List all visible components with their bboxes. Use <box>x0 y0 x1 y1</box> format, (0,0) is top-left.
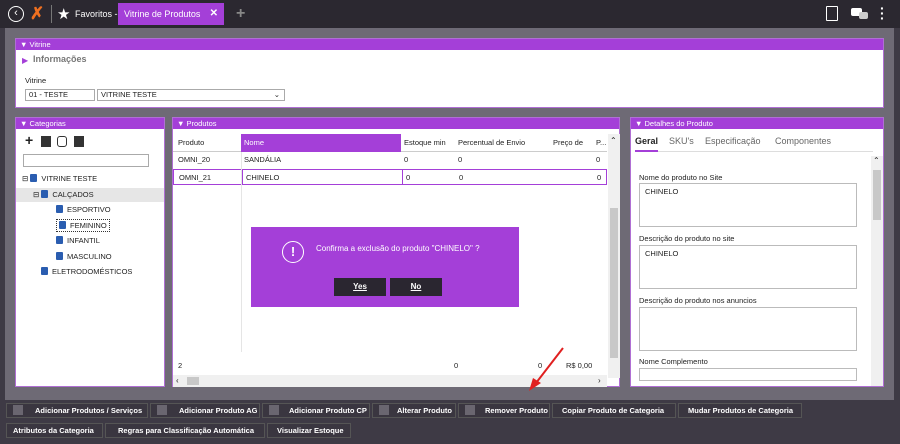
detalhes-panel: ▼ Detalhes do Produto Geral SKU's Especi… <box>630 117 884 387</box>
tree-node-icon <box>59 221 66 229</box>
warning-icon: ! <box>282 241 304 263</box>
scroll-up-icon[interactable]: ⌃ <box>610 136 617 145</box>
vitrine-select[interactable]: VITRINE TESTE ⌄ <box>97 89 285 101</box>
scroll-thumb[interactable] <box>873 170 881 220</box>
col-p[interactable]: P... <box>593 134 607 152</box>
close-tab-icon[interactable]: ✕ <box>210 3 218 25</box>
col-produto[interactable]: Produto <box>175 134 241 152</box>
tree-node-icon <box>56 236 63 244</box>
divider <box>51 5 52 23</box>
add-icon <box>269 405 279 415</box>
visualizar-estoque-button[interactable]: Visualizar Estoque <box>267 423 351 438</box>
col-nome[interactable]: Nome <box>241 134 401 152</box>
table-row-selected[interactable]: OMNI_21 CHINELO 0 0 0 <box>173 169 607 185</box>
adicionar-produto-cp-button[interactable]: Adicionar Produto CP <box>262 403 370 418</box>
add-category-icon[interactable] <box>41 136 51 147</box>
clipboard-icon[interactable] <box>826 6 838 21</box>
star-icon[interactable]: ★ <box>57 5 70 23</box>
tab-vitrine-de-produtos[interactable]: Vitrine de Produtos ✕ <box>118 3 224 25</box>
link-icon[interactable] <box>57 136 67 147</box>
add-icon <box>13 405 23 415</box>
tree-node-icon <box>41 267 48 275</box>
tree-item-feminino[interactable]: FEMININO <box>56 219 110 232</box>
scroll-right-icon[interactable]: › <box>598 376 601 385</box>
adicionar-produtos-servicos-button[interactable]: Adicionar Produtos / Serviços <box>6 403 148 418</box>
detalhes-header[interactable]: ▼ Detalhes do Produto <box>631 118 883 129</box>
nome-site-label: Nome do produto no Site <box>639 173 723 182</box>
desc-site-label: Descrição do produto no site <box>639 234 735 243</box>
add-icon[interactable]: + <box>25 133 33 147</box>
adicionar-produto-ag-button[interactable]: Adicionar Produto AG <box>150 403 260 418</box>
mudar-produtos-button[interactable]: Mudar Produtos de Categoria <box>678 403 802 418</box>
atributos-categoria-button[interactable]: Atributos da Categoria <box>6 423 103 438</box>
col-preco[interactable]: Preço de <box>549 134 593 152</box>
col-estoque-min[interactable]: Estoque min <box>401 134 455 152</box>
vitrine-select-value: VITRINE TESTE <box>101 90 157 99</box>
vitrine-panel: ▼ Vitrine ▶ Informações Vitrine 01 - TES… <box>15 38 884 108</box>
col-percentual[interactable]: Percentual de Envio <box>455 134 549 152</box>
nome-site-textarea[interactable]: CHINELO <box>639 183 857 227</box>
tree-node-icon <box>56 205 63 213</box>
yes-button[interactable]: Yes <box>334 278 386 296</box>
tab-skus[interactable]: SKU's <box>669 136 694 146</box>
categorias-header[interactable]: ▼ Categorias <box>16 118 164 129</box>
scroll-thumb[interactable] <box>610 208 618 358</box>
app-logo-icon: ✗ <box>30 4 45 23</box>
vitrine-code-input[interactable]: 01 - TESTE <box>25 89 95 101</box>
more-menu-icon[interactable]: · · · <box>880 1 885 25</box>
vertical-scrollbar[interactable]: ⌃ <box>608 134 620 378</box>
scroll-up-icon[interactable]: ⌃ <box>873 156 880 165</box>
scroll-thumb-h[interactable] <box>187 377 199 385</box>
desc-anuncios-label: Descrição do produto nos anuncios <box>639 296 757 305</box>
regras-classificacao-button[interactable]: Regras para Classificação Automática <box>105 423 265 438</box>
categorias-panel: ▼ Categorias + ⊟ VITRINE TESTE ⊟ CALÇADO… <box>15 117 165 387</box>
alterar-produto-button[interactable]: Alterar Produto <box>372 403 456 418</box>
add-tab-icon[interactable]: + <box>236 5 245 23</box>
vitrine-header[interactable]: ▼ Vitrine <box>16 39 883 50</box>
chevron-down-icon: ⌄ <box>273 90 280 99</box>
desc-anuncios-textarea[interactable] <box>639 307 857 351</box>
tree-item-calcados[interactable]: ⊟ CALÇADOS <box>16 188 164 202</box>
add-icon <box>157 405 167 415</box>
detail-tabs: Geral SKU's Especificação Componentes <box>635 136 873 152</box>
edit-icon <box>379 405 389 415</box>
column-divider <box>241 152 242 352</box>
tree-item-vitrine[interactable]: ⊟ VITRINE TESTE <box>22 174 97 183</box>
desc-site-textarea[interactable]: CHINELO <box>639 245 857 289</box>
tree-node-icon <box>41 190 49 198</box>
trash-icon[interactable] <box>74 136 84 147</box>
dialog-message: Confirma a exclusão do produto "CHINELO"… <box>316 244 480 253</box>
tab-geral[interactable]: Geral <box>635 136 659 152</box>
produtos-header[interactable]: ▼ Produtos <box>173 118 619 129</box>
nome-comp-label: Nome Complemento <box>639 357 708 366</box>
tree-node-icon <box>56 252 63 260</box>
red-arrow-annotation <box>529 347 564 391</box>
tab-label: Vitrine de Produtos <box>124 9 201 19</box>
copiar-produto-button[interactable]: Copiar Produto de Categoria <box>552 403 676 418</box>
chat-icon-back <box>859 12 868 19</box>
tab-componentes[interactable]: Componentes <box>775 136 831 146</box>
tree-item-infantil[interactable]: INFANTIL <box>56 236 100 245</box>
tree-node-icon <box>30 174 38 182</box>
tree-item-eletrodomesticos[interactable]: ELETRODOMÉSTICOS <box>41 267 132 276</box>
expand-arrow-icon[interactable]: ▶ <box>22 56 28 65</box>
no-button[interactable]: No <box>390 278 442 296</box>
top-bar: ‹ ✗ ★ Favoritos - Vitrine de Produtos ✕ … <box>0 0 900 28</box>
trash-icon <box>465 405 475 415</box>
vitrine-field-label: Vitrine <box>25 76 47 85</box>
confirm-dialog: ! Confirma a exclusão do produto "CHINEL… <box>251 227 519 307</box>
informacoes-label[interactable]: Informações <box>33 54 87 64</box>
detail-scrollbar[interactable]: ⌃ <box>871 156 883 386</box>
back-icon[interactable]: ‹ <box>8 6 24 22</box>
grid-header-row: Produto Nome Estoque min Percentual de E… <box>173 134 607 152</box>
tree-item-masculino[interactable]: MASCULINO <box>56 252 112 261</box>
tree-item-esportivo[interactable]: ESPORTIVO <box>56 205 111 214</box>
favoritos-label[interactable]: Favoritos - <box>75 9 118 19</box>
category-search-input[interactable] <box>23 154 149 167</box>
scroll-left-icon[interactable]: ‹ <box>176 376 179 385</box>
remover-produto-button[interactable]: Remover Produto <box>458 403 550 418</box>
tab-especificacao[interactable]: Especificação <box>705 136 761 146</box>
table-row[interactable]: OMNI_20 SANDÁLIA 0 0 0 <box>173 152 607 168</box>
nome-comp-input[interactable] <box>639 368 857 381</box>
